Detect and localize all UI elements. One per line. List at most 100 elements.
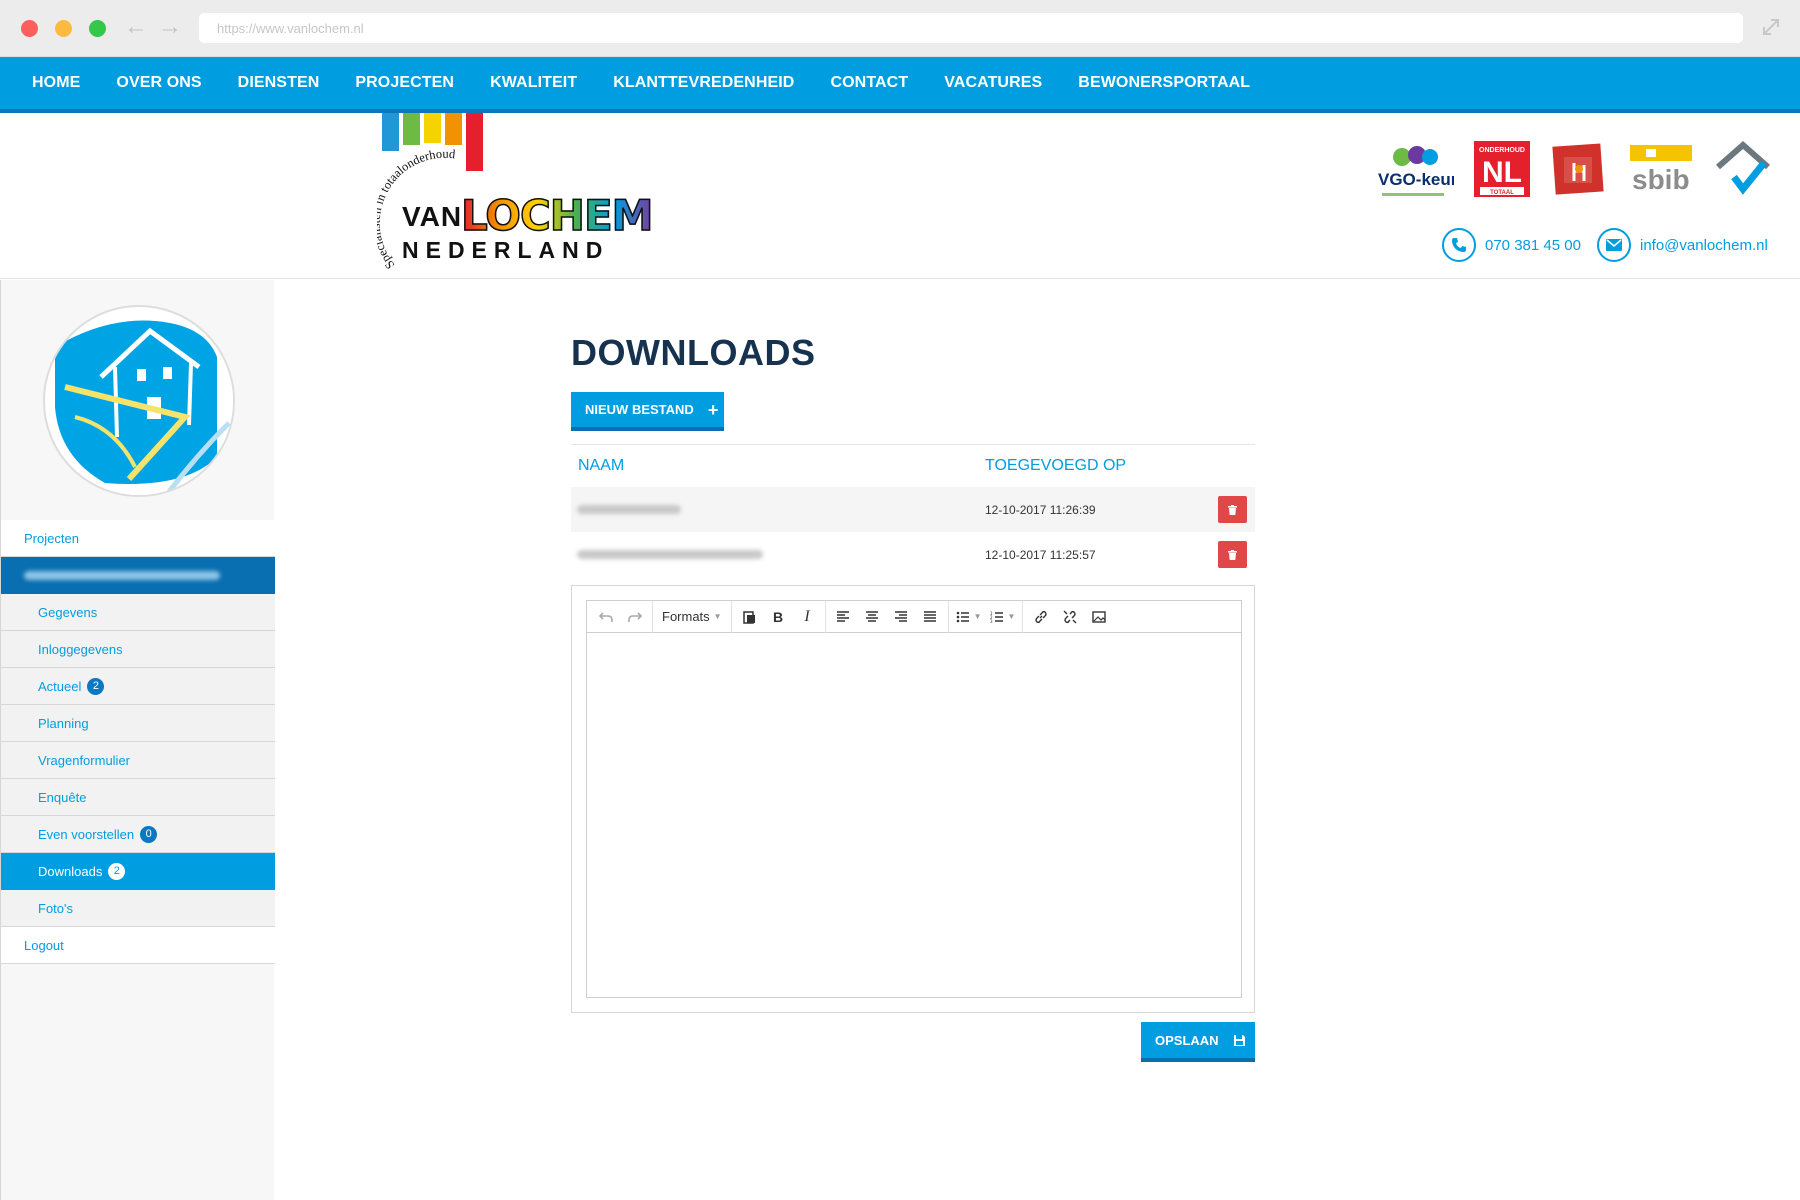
sidebar-item-actueel[interactable]: Actueel 2 (1, 668, 275, 705)
nav-item-contact[interactable]: CONTACT (812, 74, 926, 92)
phone-number[interactable]: 070 381 45 00 (1485, 237, 1581, 254)
sidebar-item-gegevens[interactable]: Gegevens (1, 594, 275, 631)
table-header: NAAM TOEGEVOEGD OP (571, 445, 1255, 487)
blurred-file-name[interactable] (577, 505, 681, 514)
redo-icon[interactable] (620, 605, 649, 629)
forward-arrow-icon[interactable]: → (158, 12, 182, 42)
bold-icon[interactable]: B (764, 605, 793, 629)
column-header-toegevoegd-op[interactable]: TOEGEVOEGD OP (985, 457, 1126, 475)
paste-icon[interactable] (735, 605, 764, 629)
red-certificate-badge[interactable] (1552, 141, 1606, 197)
certification-badges: VGO-keur ONDERHOUD NL TOTAAL sbib (1374, 141, 1774, 201)
vgo-keur-badge[interactable]: VGO-keur (1374, 141, 1454, 203)
file-date: 12-10-2017 11:26:39 (985, 502, 1096, 517)
sidebar-item-label: Gegevens (38, 604, 98, 620)
logo-lochem: LOCHEM (460, 190, 654, 241)
formats-label: Formats (662, 609, 710, 624)
email-address[interactable]: info@vanlochem.nl (1640, 237, 1768, 254)
onderhoud-nl-badge[interactable]: ONDERHOUD NL TOTAAL (1474, 141, 1530, 197)
undo-icon[interactable] (591, 605, 620, 629)
sidebar-item-even-voorstellen[interactable]: Even voorstellen 0 (1, 816, 275, 853)
nav-item-bewonersportaal[interactable]: BEWONERSPORTAAL (1060, 74, 1268, 92)
sidebar-item-label: Enquête (38, 789, 87, 805)
table-row: 12-10-2017 11:26:39 (571, 487, 1255, 532)
onderhoud-top-label: ONDERHOUD (1479, 147, 1525, 154)
save-label: OPSLAAN (1155, 1032, 1219, 1048)
editor-content-area[interactable] (587, 634, 1241, 997)
save-button[interactable]: OPSLAAN (1141, 1022, 1255, 1062)
van-lochem-logo[interactable]: Specialisten in totaalonderhoud VAN LOCH… (377, 113, 654, 272)
nav-item-vacatures[interactable]: VACATURES (926, 74, 1060, 92)
sbib-badge[interactable]: sbib (1628, 141, 1694, 197)
nav-item-diensten[interactable]: DIENSTEN (220, 74, 338, 92)
sidebar-item-enqu-te[interactable]: Enquête (1, 779, 275, 816)
sidebar-item-downloads[interactable]: Downloads 2 (1, 853, 275, 890)
fullscreen-icon[interactable] (1760, 16, 1782, 38)
file-date: 12-10-2017 11:25:57 (985, 547, 1096, 562)
logo-nederland: NEDERLAND (402, 237, 610, 263)
account-sidebar: Projecten Gegevens Inloggegevens Actueel 2 P… (0, 280, 275, 1200)
sidebar-item-logout[interactable]: Logout (1, 927, 275, 964)
phone-contact[interactable]: 070 381 45 00 (1442, 228, 1581, 262)
maximize-window-button[interactable] (89, 20, 106, 37)
delete-button[interactable] (1218, 541, 1247, 568)
blurred-project-name (24, 570, 220, 580)
sidebar-item-label: Even voorstellen (38, 826, 135, 842)
align-justify-icon[interactable] (916, 605, 945, 629)
align-left-icon[interactable] (829, 605, 858, 629)
new-file-label: NIEUW BESTAND (585, 402, 694, 417)
trash-icon (1228, 549, 1237, 560)
sidebar-item-label: Actueel (38, 678, 82, 694)
bullet-list-icon[interactable]: ▼ (952, 605, 986, 629)
table-body: 12-10-2017 11:26:39 12-10-2017 11:25:57 (571, 487, 1255, 577)
onderhoud-bottom-label: TOTAAL (1490, 190, 1514, 196)
nav-item-home[interactable]: HOME (14, 74, 98, 92)
blurred-file-name[interactable] (577, 550, 763, 559)
count-badge: 2 (108, 862, 126, 880)
nav-item-kwaliteit[interactable]: KWALITEIT (472, 74, 595, 92)
numbered-list-icon[interactable]: 123 ▼ (986, 605, 1020, 629)
nav-item-klanttevredenheid[interactable]: KLANTTEVREDENHEID (595, 74, 812, 92)
chevron-down-icon: ▼ (973, 612, 982, 621)
nav-item-projecten[interactable]: PROJECTEN (337, 74, 472, 92)
address-bar[interactable]: https://www.vanlochem.nl (199, 13, 1743, 43)
column-header-naam[interactable]: NAAM (578, 457, 624, 475)
link-icon[interactable] (1026, 605, 1055, 629)
sidebar-item-inloggegevens[interactable]: Inloggegevens (1, 631, 275, 668)
toolbar-separator (652, 600, 653, 633)
sidebar-sub-items: Gegevens Inloggegevens Actueel 2 Planning Vra… (1, 594, 275, 927)
toolbar-separator (824, 600, 826, 633)
browser-chrome: ← → https://www.vanlochem.nl (0, 0, 1800, 57)
align-center-icon[interactable] (858, 605, 887, 629)
envelope-icon (1597, 228, 1631, 262)
sidebar-item-foto-s[interactable]: Foto's (1, 890, 275, 927)
sidebar-item-projecten[interactable]: Projecten (1, 520, 275, 557)
formats-dropdown[interactable]: Formats ▼ (656, 605, 728, 629)
sidebar-item-label: Logout (24, 937, 64, 953)
browser-window: ← → https://www.vanlochem.nl HOME OVER ON… (0, 0, 1800, 1200)
nav-item-over-ons[interactable]: OVER ONS (98, 74, 219, 92)
sidebar-item-current-project[interactable] (1, 557, 275, 594)
sidebar-item-planning[interactable]: Planning (1, 705, 275, 742)
align-right-icon[interactable] (887, 605, 916, 629)
editor-panel: Formats ▼ B I ▼ 1 2 3 ▼ (571, 585, 1255, 1013)
vgo-keur-label: VGO-keur (1378, 170, 1454, 189)
unlink-icon[interactable] (1055, 605, 1084, 629)
minimize-window-button[interactable] (55, 20, 72, 37)
new-file-button[interactable]: NIEUW BESTAND + (571, 392, 724, 431)
email-contact[interactable]: info@vanlochem.nl (1597, 228, 1768, 262)
trash-icon (1228, 504, 1237, 515)
sidebar-item-label: Vragenformulier (38, 752, 131, 768)
chevron-down-icon: ▼ (1007, 612, 1016, 621)
house-check-badge[interactable] (1714, 141, 1772, 199)
image-icon[interactable] (1084, 605, 1113, 629)
sbib-label: sbib (1632, 164, 1690, 195)
italic-icon[interactable]: I (793, 605, 822, 629)
phone-icon (1442, 228, 1476, 262)
close-window-button[interactable] (21, 20, 38, 37)
delete-button[interactable] (1218, 496, 1247, 523)
toolbar-separator (947, 600, 949, 633)
sidebar-item-vragenformulier[interactable]: Vragenformulier (1, 742, 275, 779)
back-arrow-icon[interactable]: ← (124, 12, 148, 42)
sidebar-item-label: Foto's (38, 900, 73, 916)
